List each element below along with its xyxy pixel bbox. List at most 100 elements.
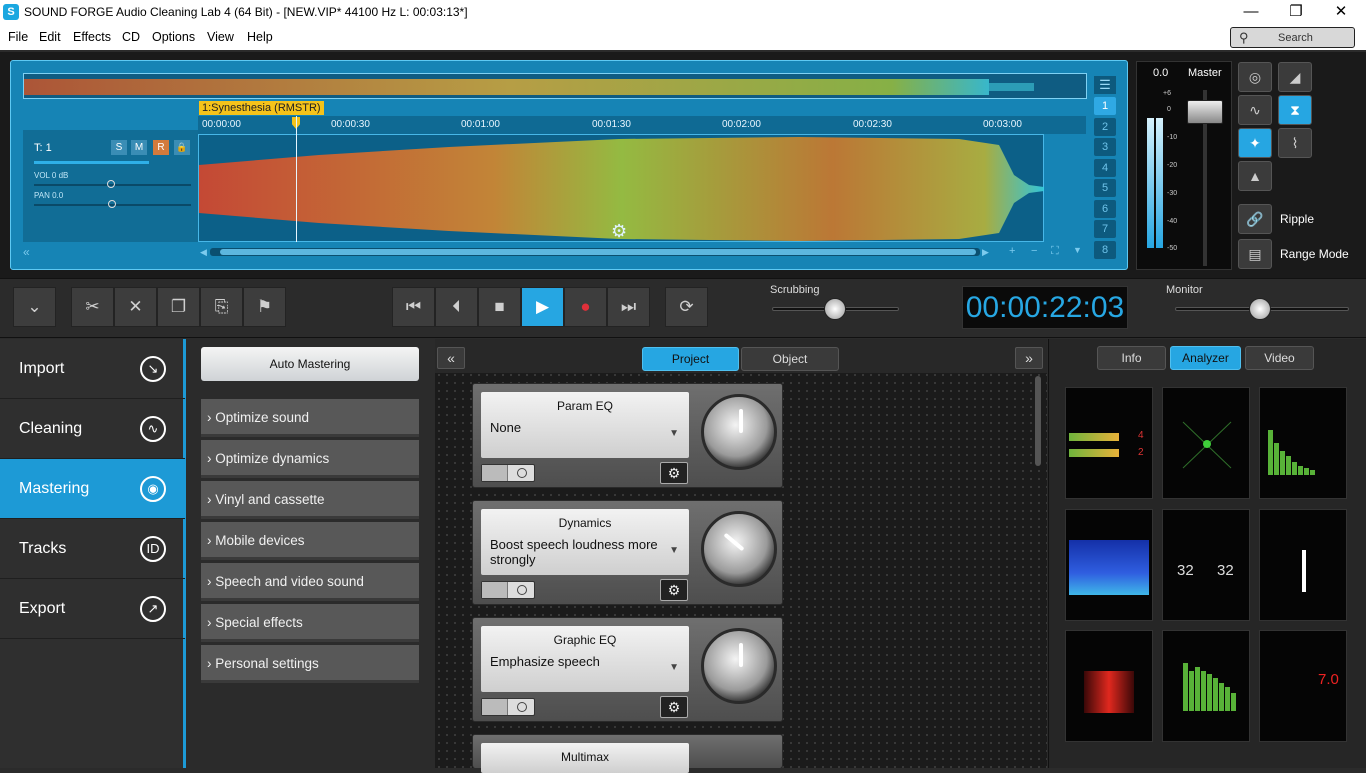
record-arm-button[interactable]: R <box>153 140 169 155</box>
tab-object[interactable]: Object <box>741 347 839 371</box>
stop-icon[interactable]: ■ <box>478 287 521 327</box>
phase-view[interactable] <box>1259 509 1347 621</box>
ripple-label[interactable]: Ripple <box>1280 212 1314 226</box>
collapse-left-icon[interactable]: « <box>437 347 465 369</box>
gear-icon[interactable]: ⚙ <box>660 579 688 601</box>
tab-info[interactable]: Info <box>1097 346 1166 370</box>
zoom-fit-icon[interactable]: ⛶ <box>1051 245 1059 258</box>
menu-effects[interactable]: Effects <box>73 30 111 44</box>
track-number[interactable]: 1 <box>1094 97 1116 115</box>
preset-category[interactable]: › Optimize dynamics <box>201 440 419 478</box>
delete-icon[interactable]: ✕ <box>114 287 157 327</box>
zoom-in-icon[interactable]: + <box>1009 245 1015 257</box>
range-mode-icon[interactable]: ▤ <box>1238 239 1272 269</box>
expand-right-icon[interactable]: » <box>1015 347 1043 369</box>
tab-video[interactable]: Video <box>1245 346 1314 370</box>
scrubbing-handle[interactable] <box>824 298 846 320</box>
spectrum-tool-icon[interactable]: ▲ <box>1238 161 1272 191</box>
goniometer-view[interactable] <box>1162 387 1250 499</box>
menu-edit[interactable]: Edit <box>39 30 61 44</box>
effect-toggle[interactable] <box>481 698 535 716</box>
mute-button[interactable]: M <box>131 140 147 155</box>
star-tool-icon[interactable]: ✦ <box>1238 128 1272 158</box>
play-icon[interactable]: ▶ <box>521 287 564 327</box>
copy-icon[interactable]: ❐ <box>157 287 200 327</box>
volume-handle[interactable] <box>107 180 115 188</box>
track-number[interactable]: 7 <box>1094 220 1116 238</box>
track-number[interactable]: 2 <box>1094 118 1116 136</box>
effect-preset-dropdown[interactable]: Graphic EQ Emphasize speech ▼ <box>481 626 689 692</box>
correlation-view[interactable]: 32 32 <box>1162 509 1250 621</box>
peak-meter-view[interactable]: 4 2 <box>1065 387 1153 499</box>
collapse-left-icon[interactable]: « <box>23 245 30 259</box>
menu-help[interactable]: Help <box>247 30 273 44</box>
stereo-view[interactable] <box>1065 630 1153 742</box>
range-mode-label[interactable]: Range Mode <box>1280 247 1349 261</box>
maximize-button[interactable]: ❐ <box>1273 0 1319 26</box>
zoom-out-icon[interactable]: − <box>1031 245 1037 257</box>
preset-category[interactable]: › Optimize sound <box>201 399 419 437</box>
menu-view[interactable]: View <box>207 30 234 44</box>
time-ruler[interactable]: 00:00:00 00:00:30 00:01:00 00:01:30 00:0… <box>198 116 1086 134</box>
previous-icon[interactable]: ⏴ <box>435 287 478 327</box>
gear-icon[interactable]: ⚙ <box>611 221 627 242</box>
effect-toggle[interactable] <box>481 464 535 482</box>
track-number[interactable]: 6 <box>1094 200 1116 218</box>
main-waveform[interactable]: ⚙ <box>198 134 1044 242</box>
marker-flag-icon[interactable]: ⚑ <box>243 287 286 327</box>
volume-curve-icon[interactable]: ⌇ <box>1278 128 1312 158</box>
menu-file[interactable]: File <box>8 30 28 44</box>
effect-knob[interactable] <box>701 394 777 470</box>
auto-mastering-button[interactable]: Auto Mastering <box>201 347 419 381</box>
gear-icon[interactable]: ⚙ <box>660 696 688 718</box>
ripple-link-icon[interactable]: 🔗 <box>1238 204 1272 234</box>
preset-category[interactable]: › Personal settings <box>201 645 419 683</box>
menu-options[interactable]: Options <box>152 30 195 44</box>
spectrogram-view[interactable] <box>1065 509 1153 621</box>
tab-analyzer[interactable]: Analyzer <box>1170 346 1241 370</box>
paste-icon[interactable]: ⎘ <box>200 287 243 327</box>
level-bars-view[interactable] <box>1162 630 1250 742</box>
skip-end-icon[interactable]: ⏭ <box>607 287 650 327</box>
curve-tool-icon[interactable]: ∿ <box>1238 95 1272 125</box>
scroll-right-icon[interactable]: ▶ <box>982 247 989 258</box>
effects-scrollbar[interactable] <box>1035 376 1041 466</box>
effect-preset-dropdown[interactable]: Multimax <box>481 743 689 773</box>
track-number[interactable]: 4 <box>1094 159 1116 177</box>
horizontal-scrollbar[interactable] <box>210 248 980 256</box>
track-number[interactable]: 3 <box>1094 138 1116 156</box>
preset-category[interactable]: › Vinyl and cassette <box>201 481 419 519</box>
close-button[interactable]: ✕ <box>1318 0 1364 26</box>
track-list-icon[interactable]: ☰ <box>1094 76 1116 94</box>
lock-icon[interactable]: 🔒 <box>174 140 190 155</box>
effect-knob[interactable] <box>701 511 777 587</box>
loop-icon[interactable]: ⟳ <box>665 287 708 327</box>
loudness-view[interactable]: 7.0 <box>1259 630 1347 742</box>
pan-handle[interactable] <box>108 200 116 208</box>
expand-down-icon[interactable]: ⌄ <box>13 287 56 327</box>
menu-cd[interactable]: CD <box>122 30 140 44</box>
preset-category[interactable]: › Special effects <box>201 604 419 642</box>
track-number[interactable]: 5 <box>1094 179 1116 197</box>
scissors-icon[interactable]: ✂ <box>71 287 114 327</box>
fade-tool-icon[interactable]: ◢ <box>1278 62 1312 92</box>
gear-icon[interactable]: ⚙ <box>660 462 688 484</box>
zoom-menu-icon[interactable]: ▼ <box>1073 245 1082 255</box>
effect-preset-dropdown[interactable]: Dynamics Boost speech loudness more stro… <box>481 509 689 575</box>
effect-knob[interactable] <box>701 628 777 704</box>
nav-tracks[interactable]: Tracks ID <box>0 519 185 579</box>
object-tool-icon[interactable]: ◎ <box>1238 62 1272 92</box>
cut-tool-icon[interactable]: ⧗ <box>1278 95 1312 125</box>
scroll-left-icon[interactable]: ◀ <box>200 247 207 258</box>
effect-toggle[interactable] <box>481 581 535 599</box>
minimize-button[interactable]: — <box>1228 0 1274 26</box>
monitor-handle[interactable] <box>1249 298 1271 320</box>
preset-category[interactable]: › Mobile devices <box>201 522 419 560</box>
record-icon[interactable]: ● <box>564 287 607 327</box>
spectrum-view[interactable] <box>1259 387 1347 499</box>
track-number[interactable]: 8 <box>1094 241 1116 259</box>
preset-category[interactable]: › Speech and video sound <box>201 563 419 601</box>
nav-export[interactable]: Export ↗ <box>0 579 185 639</box>
object-label[interactable]: 1:Synesthesia (RMSTR) <box>199 101 324 115</box>
overview-waveform[interactable] <box>23 73 1087 99</box>
